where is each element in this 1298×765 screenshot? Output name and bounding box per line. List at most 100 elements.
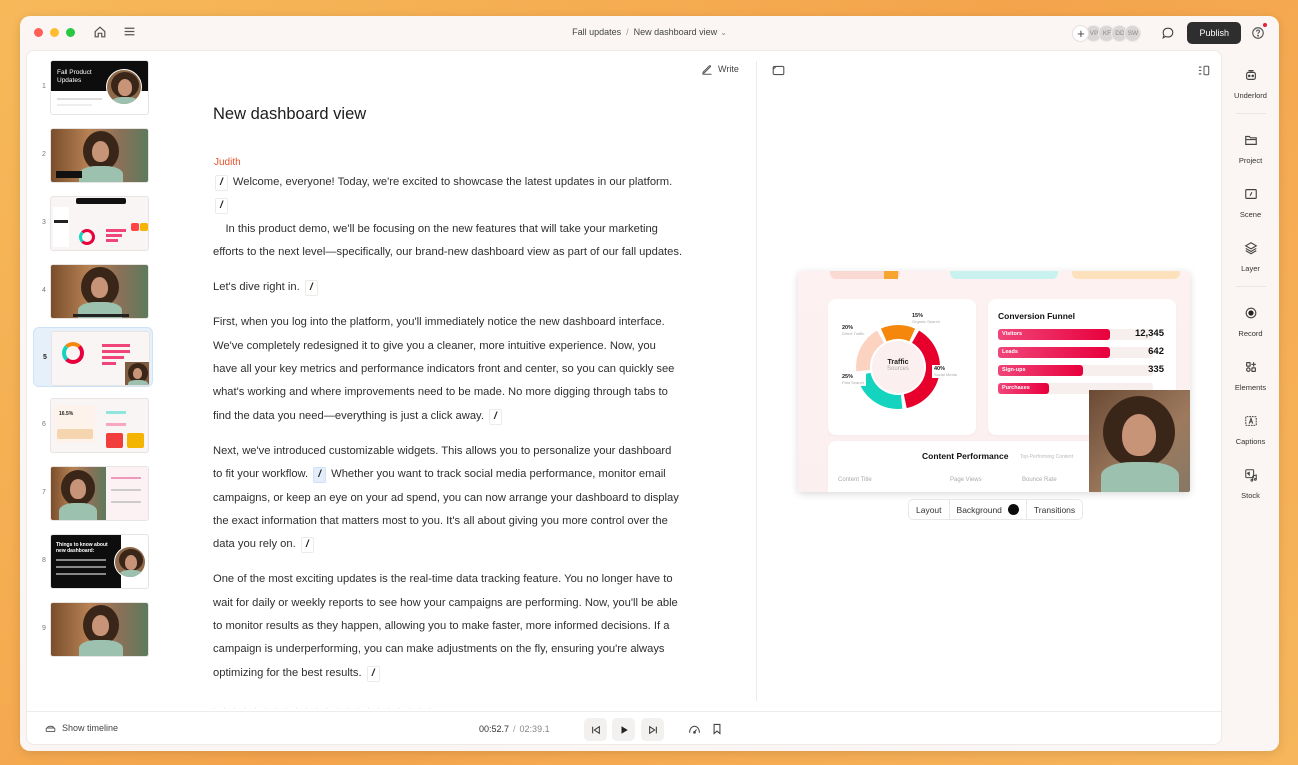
playback-speed-button[interactable] xyxy=(686,721,702,737)
content-performance-subtitle: Top-Performing Content xyxy=(1020,454,1074,460)
scene-number: 9 xyxy=(42,625,46,632)
avatar[interactable]: SW xyxy=(1124,24,1142,42)
scene-break-marker-selected[interactable]: / xyxy=(313,467,327,484)
stock-media-icon xyxy=(1244,469,1257,482)
scene-item[interactable]: 1 Fall Product Updates xyxy=(33,57,153,117)
scene-title: Fall Product Updates xyxy=(57,69,92,84)
funnel-title: Conversion Funnel xyxy=(998,311,1075,321)
write-button[interactable]: Write xyxy=(701,63,739,75)
scene-break-marker[interactable]: / xyxy=(215,198,228,215)
scene-number: 5 xyxy=(43,354,47,361)
scene-item[interactable]: 7 xyxy=(33,463,153,523)
app-window: Fall updates / New dashboard view ⌄ + VP KF… xyxy=(20,16,1279,751)
skip-forward-button[interactable] xyxy=(641,718,664,741)
scene-break-marker[interactable]: / xyxy=(366,665,380,682)
scene-thumbnail xyxy=(50,128,149,183)
scene-item[interactable]: 9 xyxy=(33,599,153,659)
funnel-bar: Purchases xyxy=(998,383,1050,394)
camera-overlay[interactable] xyxy=(1089,390,1190,492)
tool-label: Elements xyxy=(1234,383,1267,392)
layout-button[interactable]: Layout xyxy=(909,500,949,519)
column-header: Bounce Rate xyxy=(1022,477,1057,483)
traffic-sources-card: Traffic Sources 40% Social Media 25% Paid … xyxy=(828,299,976,435)
scene-item[interactable]: 4 xyxy=(33,261,153,321)
notification-dot xyxy=(1263,23,1267,27)
script-segment[interactable]: Whether you want to track social media p… xyxy=(213,468,679,550)
aspect-ratio-icon[interactable] xyxy=(772,63,785,81)
scene-number: 6 xyxy=(42,421,46,428)
transitions-button[interactable]: Transitions xyxy=(1025,500,1082,519)
script-segment[interactable]: Welcome, everyone! Today, we're excited … xyxy=(233,176,672,188)
script-paragraph[interactable]: One of the most exciting updates is the … xyxy=(213,568,683,684)
tool-elements[interactable]: Elements xyxy=(1222,360,1279,395)
elements-icon xyxy=(1245,362,1256,372)
tool-stock[interactable]: Stock xyxy=(1222,468,1279,503)
script-paragraph[interactable]: Next, we've introduced customizable widg… xyxy=(213,440,683,556)
panel-layout-icon[interactable] xyxy=(1198,63,1210,81)
script-segment[interactable]: One of the most exciting updates is the … xyxy=(213,573,678,678)
script-body[interactable]: / Welcome, everyone! Today, we're excite… xyxy=(213,171,683,711)
tool-layer[interactable]: Layer xyxy=(1222,241,1279,276)
tool-scene[interactable]: Scene xyxy=(1222,187,1279,222)
comment-button[interactable] xyxy=(1157,22,1179,44)
scene-break-marker[interactable]: / xyxy=(215,175,228,191)
preview-canvas[interactable]: Traffic Sources 40% Social Media 25% Paid … xyxy=(798,271,1190,492)
script-segment[interactable]: In this product demo, we'll be focusing … xyxy=(213,223,682,258)
pen-icon xyxy=(702,65,712,75)
scene-item[interactable]: 8 Things to know about new dashboard: xyxy=(33,531,153,591)
panel-divider[interactable] xyxy=(756,61,757,701)
add-collaborator-button[interactable]: + xyxy=(1072,24,1090,42)
decorative-bar xyxy=(950,271,1058,279)
background-color-swatch[interactable] xyxy=(1007,504,1019,515)
current-time: 00:52.7 xyxy=(479,724,510,734)
record-icon xyxy=(1245,307,1256,319)
tool-record[interactable]: Record xyxy=(1222,306,1279,341)
help-icon xyxy=(1252,27,1264,39)
scene-number: 4 xyxy=(42,287,46,294)
skip-back-button[interactable] xyxy=(584,718,607,741)
script-paragraph[interactable]: First, when you log into the platform, y… xyxy=(213,311,683,427)
folder-icon xyxy=(1244,135,1257,145)
scene-break-marker[interactable]: / xyxy=(304,280,318,297)
tool-label: Layer xyxy=(1241,264,1260,273)
background-button[interactable]: Background xyxy=(948,500,1026,519)
publish-button[interactable]: Publish xyxy=(1187,22,1241,44)
faded-script-line: · · · · · · · · · · · · · · · · · · · · … xyxy=(213,704,435,711)
document-title[interactable]: New dashboard view xyxy=(213,105,366,124)
tool-label: Stock xyxy=(1241,491,1260,500)
decorative-bar xyxy=(1072,271,1180,279)
titlebar-actions: + VP KF DD SW Publish xyxy=(1072,22,1267,44)
play-button[interactable] xyxy=(612,718,635,741)
toolbar-divider xyxy=(1236,113,1266,114)
slice-label-paid-search: 25% Paid Search xyxy=(840,373,866,386)
scene-number: 7 xyxy=(42,489,46,496)
scene-break-marker[interactable]: / xyxy=(489,408,502,425)
scene-item[interactable]: 2 xyxy=(33,125,153,185)
column-header: Content Title xyxy=(838,477,872,483)
tool-underlord[interactable]: Underlord xyxy=(1222,68,1279,103)
scene-break-marker[interactable]: / xyxy=(300,537,314,554)
help-button[interactable] xyxy=(1249,23,1267,42)
script-paragraph[interactable]: Let's dive right in. / xyxy=(213,276,683,299)
speaker-label[interactable]: Judith xyxy=(214,157,241,168)
scene-list: 1 Fall Product Updates 2 3 4 5 6 16.5% 7… xyxy=(27,51,157,711)
script-segment[interactable]: First, when you log into the platform, y… xyxy=(213,316,665,351)
script-segment[interactable]: Let's dive right in. xyxy=(213,281,300,293)
show-timeline-button[interactable]: Show timeline xyxy=(45,723,118,733)
bookmark-button[interactable] xyxy=(709,721,725,737)
tool-label: Captions xyxy=(1235,437,1266,446)
scene-item-active[interactable]: 5 xyxy=(33,327,153,387)
tool-captions[interactable]: Captions xyxy=(1222,414,1279,449)
funnel-bar: Visitors xyxy=(998,329,1110,340)
scene-item[interactable]: 6 16.5% xyxy=(33,395,153,455)
breadcrumb-project[interactable]: Fall updates xyxy=(572,27,621,37)
breadcrumb-separator: / xyxy=(626,27,629,37)
tool-project[interactable]: Project xyxy=(1222,133,1279,168)
scene-item[interactable]: 3 xyxy=(33,193,153,253)
script-paragraph[interactable]: / Welcome, everyone! Today, we're excite… xyxy=(213,171,683,264)
chevron-down-icon[interactable]: ⌄ xyxy=(720,28,727,37)
funnel-track: Visitors xyxy=(998,329,1153,340)
scene-number: 1 xyxy=(42,83,46,90)
breadcrumb-current[interactable]: New dashboard view xyxy=(634,27,718,37)
script-editor[interactable]: Write New dashboard view Judith / Welcom… xyxy=(207,51,762,711)
